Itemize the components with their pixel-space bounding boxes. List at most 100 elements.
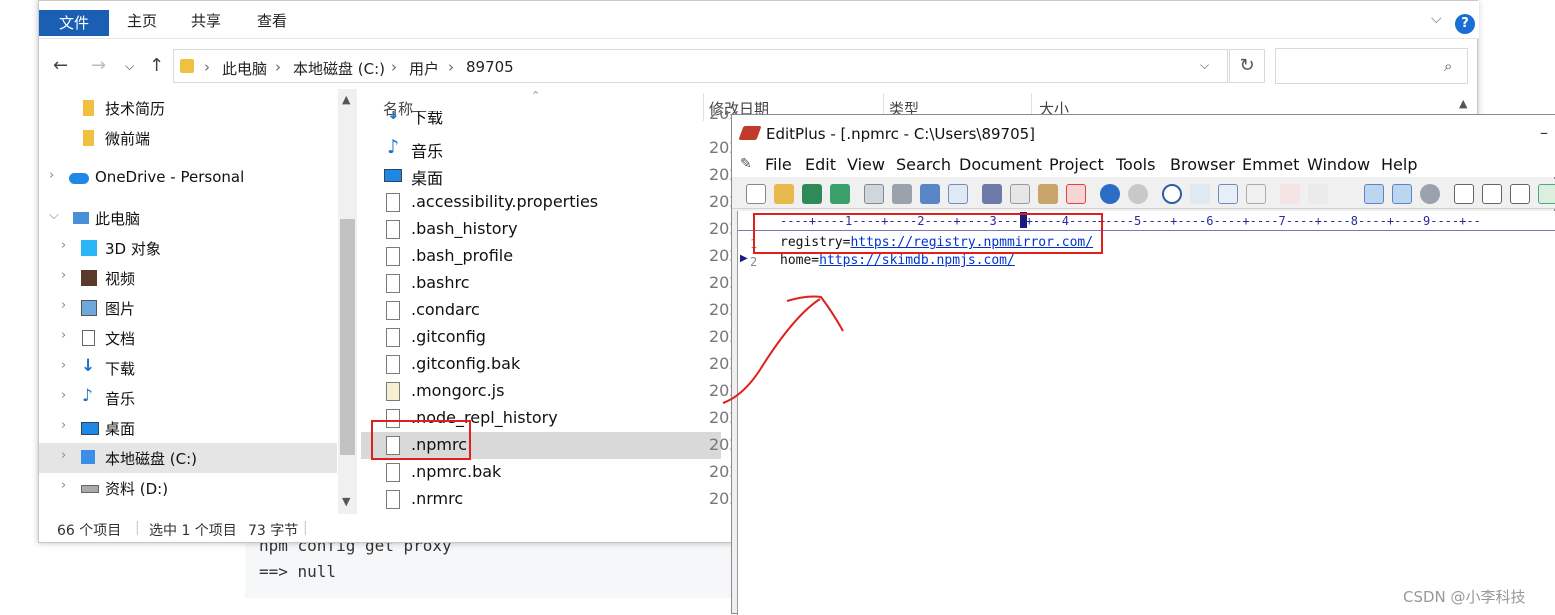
menu-tools[interactable]: Tools (1116, 155, 1155, 174)
help-icon[interactable]: ? (1455, 14, 1475, 34)
nav-item-local-disk-c[interactable]: › 本地磁盘 (C:) (39, 443, 337, 473)
recent-locations-chevron-icon[interactable]: ⌵ (125, 55, 134, 77)
goto-icon[interactable] (1218, 184, 1238, 204)
nav-item-tech-resume[interactable]: 技术简历 (39, 93, 337, 123)
scrollbar-thumb[interactable] (340, 219, 355, 455)
directory-icon[interactable] (1482, 184, 1502, 204)
nav-item-onedrive[interactable]: › OneDrive - Personal (39, 163, 337, 193)
browser-preview-icon[interactable] (948, 184, 968, 204)
chevron-right-icon[interactable]: › (61, 268, 66, 283)
redo-icon[interactable] (1128, 184, 1148, 204)
replace-icon[interactable] (1190, 184, 1210, 204)
new-file-icon[interactable] (746, 184, 766, 204)
nav-item-desktop[interactable]: › 桌面 (39, 413, 337, 443)
file-row[interactable]: .gitconfig 202 (381, 324, 751, 351)
save-icon[interactable] (802, 184, 822, 204)
address-dropdown-icon[interactable]: ⌵ (1200, 58, 1209, 73)
nav-item-micro-frontend[interactable]: 微前端 (39, 123, 337, 153)
find-icon[interactable] (1162, 184, 1182, 204)
menu-project[interactable]: Project (1049, 155, 1104, 174)
document-list-icon[interactable] (1454, 184, 1474, 204)
file-row-desktop[interactable]: 桌面 202 (381, 162, 751, 189)
nav-item-documents[interactable]: › 文档 (39, 323, 337, 353)
nav-item-3d-objects[interactable]: › 3D 对象 (39, 233, 337, 263)
cliptext-icon[interactable] (1510, 184, 1530, 204)
chevron-right-icon[interactable]: › (61, 388, 66, 403)
address-bar[interactable]: › 此电脑 › 本地磁盘 (C:) › 用户 › 89705 ⌵ (173, 49, 1228, 83)
ribbon-collapse-icon[interactable]: ⌵ (1431, 11, 1442, 27)
scroll-down-icon[interactable]: ▼ (342, 495, 350, 508)
line-number-icon[interactable] (1364, 184, 1384, 204)
refresh-icon[interactable]: ↻ (1229, 49, 1265, 83)
menu-edit[interactable]: Edit (805, 155, 836, 174)
menu-emmet[interactable]: Emmet (1242, 155, 1299, 174)
menu-browser[interactable]: Browser (1170, 155, 1235, 174)
menu-view[interactable]: View (847, 155, 885, 174)
nav-item-pictures[interactable]: › 图片 (39, 293, 337, 323)
file-row[interactable]: .bashrc 202 (381, 270, 751, 297)
print-preview-icon[interactable] (864, 184, 884, 204)
up-arrow-icon[interactable]: ↑ (149, 55, 164, 77)
file-row[interactable]: .bash_profile 202 (381, 243, 751, 270)
chevron-right-icon[interactable]: › (61, 358, 66, 373)
ruler-toggle-icon[interactable] (1392, 184, 1412, 204)
nav-item-music[interactable]: › ♪ 音乐 (39, 383, 337, 413)
chevron-right-icon[interactable]: › (61, 238, 66, 253)
breadcrumb-item[interactable]: 89705 (466, 58, 514, 76)
chevron-right-icon[interactable]: › (61, 448, 66, 463)
menu-search[interactable]: Search (896, 155, 951, 174)
scroll-up-icon[interactable]: ▲ (342, 93, 350, 106)
file-row[interactable]: .gitconfig.bak 202 (381, 351, 751, 378)
nav-item-videos[interactable]: › 视频 (39, 263, 337, 293)
chevron-right-icon[interactable]: › (61, 418, 66, 433)
tab-view[interactable]: 查看 (257, 10, 287, 31)
output-window-icon[interactable] (1538, 184, 1555, 204)
chevron-right-icon[interactable]: › (61, 328, 66, 343)
breadcrumb-item[interactable]: 此电脑 (222, 58, 267, 79)
file-row-downloads[interactable]: ↓ 下载 202 (381, 111, 751, 128)
tab-file[interactable]: 文件 (39, 10, 109, 36)
hex-view-icon[interactable] (1308, 184, 1328, 204)
chevron-down-icon[interactable]: ⌵ (49, 208, 59, 223)
breadcrumb-item[interactable]: 用户 (409, 58, 439, 79)
font-size-icon[interactable] (1280, 184, 1300, 204)
breadcrumb-item[interactable]: 本地磁盘 (C:) (293, 58, 385, 79)
minimize-icon[interactable]: – (1540, 123, 1548, 142)
file-row[interactable]: .nrmrc 202 (381, 486, 751, 513)
paste-icon[interactable] (1038, 184, 1058, 204)
chevron-right-icon[interactable]: › (49, 168, 54, 183)
nav-item-this-pc[interactable]: ⌵ 此电脑 (39, 203, 337, 233)
config-url-link[interactable]: https://skimdb.npmjs.com/ (819, 253, 1015, 268)
spell-check-icon[interactable] (920, 184, 940, 204)
print-icon[interactable] (892, 184, 912, 204)
chevron-right-icon[interactable]: › (61, 298, 66, 313)
open-folder-icon[interactable] (774, 184, 794, 204)
word-wrap-icon[interactable] (1336, 184, 1356, 204)
settings-icon[interactable] (1420, 184, 1440, 204)
delete-icon[interactable] (1066, 184, 1086, 204)
file-row[interactable]: .mongorc.js 202 (381, 378, 751, 405)
save-all-icon[interactable] (830, 184, 850, 204)
file-row-music[interactable]: ♪ 音乐 202 (381, 135, 751, 162)
chevron-right-icon[interactable]: › (61, 478, 66, 493)
menu-file[interactable]: File (765, 155, 792, 174)
navigation-scrollbar[interactable]: ▲ ▼ (338, 89, 357, 514)
back-arrow-icon[interactable]: ← (53, 55, 68, 77)
undo-icon[interactable] (1100, 184, 1120, 204)
nav-item-downloads[interactable]: › ↓ 下载 (39, 353, 337, 383)
menu-document[interactable]: Document (959, 155, 1042, 174)
nav-item-drive-d[interactable]: › 资料 (D:) (39, 473, 337, 503)
scroll-up-icon[interactable]: ▲ (1459, 97, 1467, 110)
copy-icon[interactable] (1010, 184, 1030, 204)
file-row[interactable]: .npmrc.bak 202 (381, 459, 751, 486)
indent-icon[interactable] (1246, 184, 1266, 204)
cut-icon[interactable] (982, 184, 1002, 204)
search-input[interactable]: ⌕ (1275, 48, 1468, 84)
menu-window[interactable]: Window (1307, 155, 1370, 174)
editor-area[interactable]: ----+----1----+----2----+----3----+----4… (737, 211, 1555, 615)
file-row[interactable]: .condarc 202 (381, 297, 751, 324)
tab-home[interactable]: 主页 (127, 10, 157, 31)
file-row[interactable]: .bash_history 202 (381, 216, 751, 243)
menu-help[interactable]: Help (1381, 155, 1417, 174)
file-row[interactable]: .accessibility.properties 202 (381, 189, 751, 216)
